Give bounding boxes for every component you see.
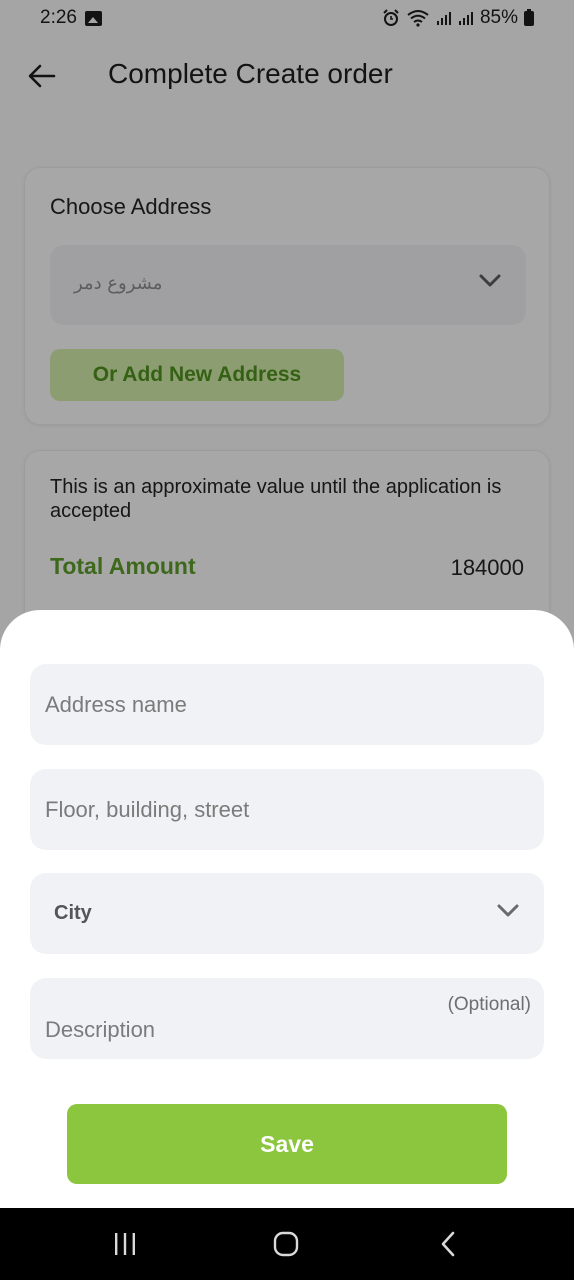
description-input[interactable]: [45, 1000, 529, 1059]
system-nav-bar: [0, 1208, 574, 1280]
chevron-down-icon: [497, 904, 519, 917]
street-field[interactable]: [30, 769, 544, 850]
add-address-sheet: City (Optional) Save: [0, 610, 574, 1208]
chevron-left-icon: [441, 1231, 455, 1257]
system-back-button[interactable]: [428, 1228, 468, 1260]
city-select[interactable]: City: [30, 873, 544, 954]
home-icon: [273, 1231, 299, 1257]
city-label: City: [54, 902, 92, 924]
save-button[interactable]: Save: [67, 1104, 507, 1184]
recents-button[interactable]: [105, 1228, 145, 1260]
address-name-input[interactable]: [45, 664, 529, 745]
address-name-field[interactable]: [30, 664, 544, 745]
description-field[interactable]: (Optional): [30, 978, 544, 1059]
street-input[interactable]: [45, 769, 529, 850]
home-button[interactable]: [266, 1228, 306, 1260]
recents-icon: [115, 1233, 135, 1255]
